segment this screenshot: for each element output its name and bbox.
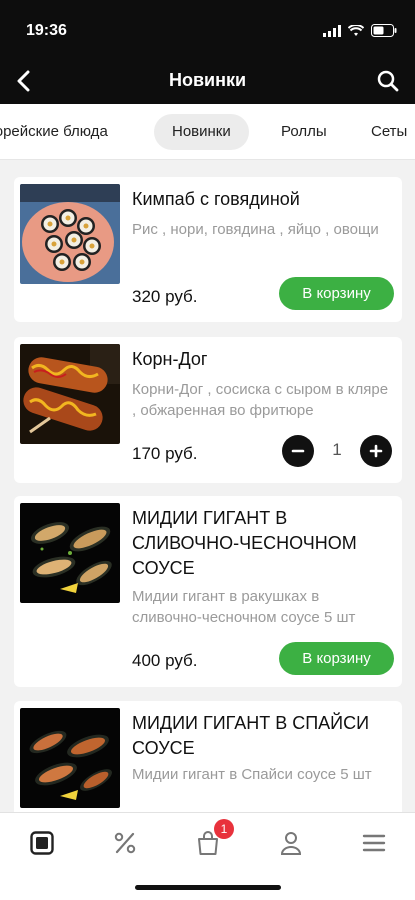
hamburger-icon: [362, 834, 386, 852]
product-name: Корн-Дог: [132, 349, 208, 369]
product-card[interactable]: Корн-Дог Корни-Дог , сосиска с сыром в к…: [14, 337, 402, 483]
product-card[interactable]: МИДИИ ГИГАНТ В СПАЙСИ СОУСЕ Мидии гигант…: [14, 701, 402, 812]
status-icons: [323, 24, 397, 37]
cart-badge: 1: [214, 819, 234, 839]
home-indicator: [135, 885, 281, 890]
add-to-cart-button[interactable]: В корзину: [279, 277, 394, 310]
add-to-cart-button[interactable]: В корзину: [279, 642, 394, 675]
product-description: Мидии гигант в Спайси соусе 5 шт: [132, 766, 372, 783]
product-price: 320 руб.: [132, 287, 198, 306]
product-name: МИДИИ ГИГАНТ В СЛИВОЧНО-ЧЕСНОЧНОМ СОУСЕ: [132, 508, 357, 578]
product-description: Корни-Дог , сосиска с сыром в кляре , об…: [132, 381, 389, 419]
product-price: 400 руб.: [132, 651, 198, 670]
search-icon: [377, 70, 399, 92]
signal-icon: [323, 24, 341, 37]
increase-button[interactable]: [360, 435, 392, 467]
nav-discounts[interactable]: [105, 827, 145, 859]
product-card[interactable]: МИДИИ ГИГАНТ В СЛИВОЧНО-ЧЕСНОЧНОМ СОУСЕ …: [14, 496, 402, 687]
product-image-kimbap[interactable]: [20, 184, 120, 284]
product-card[interactable]: Кимпаб с говядиной Рис , нори, говядина …: [14, 177, 402, 322]
nav-bar: Новинки: [0, 58, 415, 104]
product-list: Кимпаб с говядиной Рис , нори, говядина …: [0, 160, 415, 812]
search-button[interactable]: [373, 66, 403, 96]
nav-more[interactable]: [354, 827, 394, 859]
plus-icon: [369, 444, 383, 458]
product-name: Кимпаб с говядиной: [132, 189, 300, 209]
nav-profile[interactable]: [271, 827, 311, 859]
wifi-icon: [348, 24, 364, 36]
nav-cart[interactable]: 1: [188, 819, 234, 859]
tab-new[interactable]: Новинки: [154, 114, 249, 150]
product-image-corn-dog[interactable]: [20, 344, 120, 444]
quantity-stepper: 1: [282, 434, 392, 468]
product-image-mussels-creamy[interactable]: [20, 503, 120, 603]
quantity-value: 1: [332, 440, 342, 459]
status-time: 19:36: [26, 22, 67, 39]
category-tabs: Корейские блюда Новинки Роллы Сеты: [0, 104, 415, 160]
decrease-button[interactable]: [282, 435, 314, 467]
product-price: 170 руб.: [132, 444, 198, 463]
page-title: Новинки: [168, 70, 247, 90]
product-image-mussels-spicy[interactable]: [20, 708, 120, 808]
profile-icon: [280, 832, 302, 855]
product-description: Рис , нори, говядина , яйцо , овощи: [132, 221, 379, 238]
tab-rolls[interactable]: Роллы: [263, 114, 345, 150]
minus-icon: [291, 449, 305, 453]
battery-icon: [371, 24, 397, 37]
product-description: Мидии гигант в ракушках в сливочно-чесно…: [132, 588, 356, 626]
nav-menu[interactable]: [22, 827, 62, 859]
tab-sets[interactable]: Сеты: [353, 114, 415, 150]
discount-icon: [114, 832, 136, 854]
status-bar: 19:36: [0, 0, 415, 58]
product-name: МИДИИ ГИГАНТ В СПАЙСИ СОУСЕ: [132, 713, 370, 758]
tab-korean[interactable]: Корейские блюда: [0, 114, 126, 150]
menu-icon: [30, 831, 54, 855]
